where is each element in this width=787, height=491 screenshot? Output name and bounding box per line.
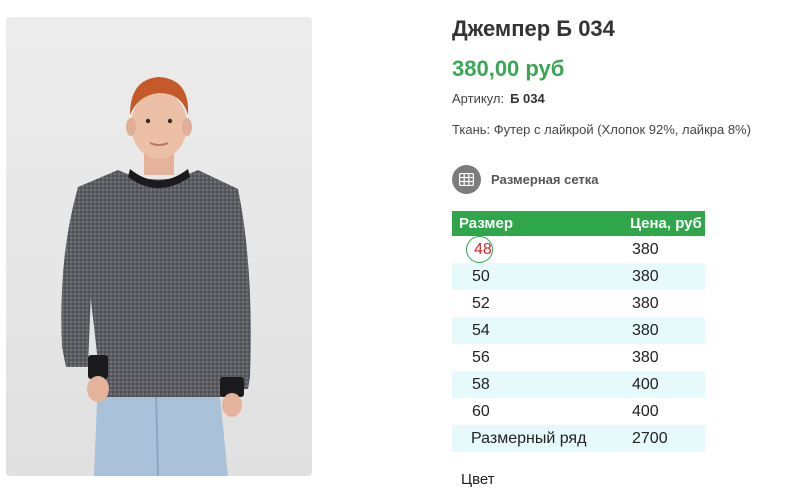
size-chart-label: Размерная сетка xyxy=(491,172,599,187)
color-label: Цвет xyxy=(461,471,495,488)
size-cell[interactable]: 54 xyxy=(452,317,606,344)
size-cell[interactable]: Размерный ряд xyxy=(452,425,606,452)
size-chart-link[interactable]: Размерная сетка xyxy=(452,165,599,194)
table-row[interactable]: 48 380 xyxy=(452,235,705,263)
table-row[interactable]: 50 380 xyxy=(452,263,705,290)
price-cell: 400 xyxy=(606,371,705,398)
price-cell: 380 xyxy=(606,236,705,263)
table-row[interactable]: 52 380 xyxy=(452,290,705,317)
price-table-header: Размер Цена, руб xyxy=(452,211,705,236)
price-cell: 380 xyxy=(606,344,705,371)
size-cell[interactable]: 48 xyxy=(452,235,606,263)
product-fabric: Ткань: Футер с лайкрой (Хлопок 92%, лайк… xyxy=(452,122,751,137)
price-cell: 380 xyxy=(606,290,705,317)
model-image xyxy=(61,77,251,476)
product-sku: Артикул: Б 034 xyxy=(452,91,545,106)
price-cell: 380 xyxy=(606,317,705,344)
sku-label: Артикул: xyxy=(452,91,505,106)
size-cell[interactable]: 58 xyxy=(452,371,606,398)
table-row[interactable]: 56 380 xyxy=(452,344,705,371)
product-price: 380,00 руб xyxy=(452,56,565,81)
table-row[interactable]: 60 400 xyxy=(452,398,705,425)
table-grid-icon xyxy=(452,165,481,194)
price-cell: 380 xyxy=(606,263,705,290)
price-column-header: Цена, руб xyxy=(606,211,705,236)
price-cell: 400 xyxy=(606,398,705,425)
size-column-header: Размер xyxy=(452,211,606,236)
selected-size[interactable]: 48 xyxy=(466,235,494,263)
price-cell: 2700 xyxy=(606,425,705,452)
table-row[interactable]: 58 400 xyxy=(452,371,705,398)
size-cell[interactable]: 56 xyxy=(452,344,606,371)
price-table: Размер Цена, руб 48 380 50 380 52 380 54… xyxy=(452,211,705,452)
table-row[interactable]: 54 380 xyxy=(452,317,705,344)
size-cell[interactable]: 50 xyxy=(452,263,606,290)
product-title: Джемпер Б 034 xyxy=(452,16,615,41)
size-cell[interactable]: 60 xyxy=(452,398,606,425)
size-cell[interactable]: 52 xyxy=(452,290,606,317)
sku-value: Б 034 xyxy=(510,91,545,106)
table-row[interactable]: Размерный ряд 2700 xyxy=(452,425,705,452)
product-photo[interactable] xyxy=(6,17,312,476)
